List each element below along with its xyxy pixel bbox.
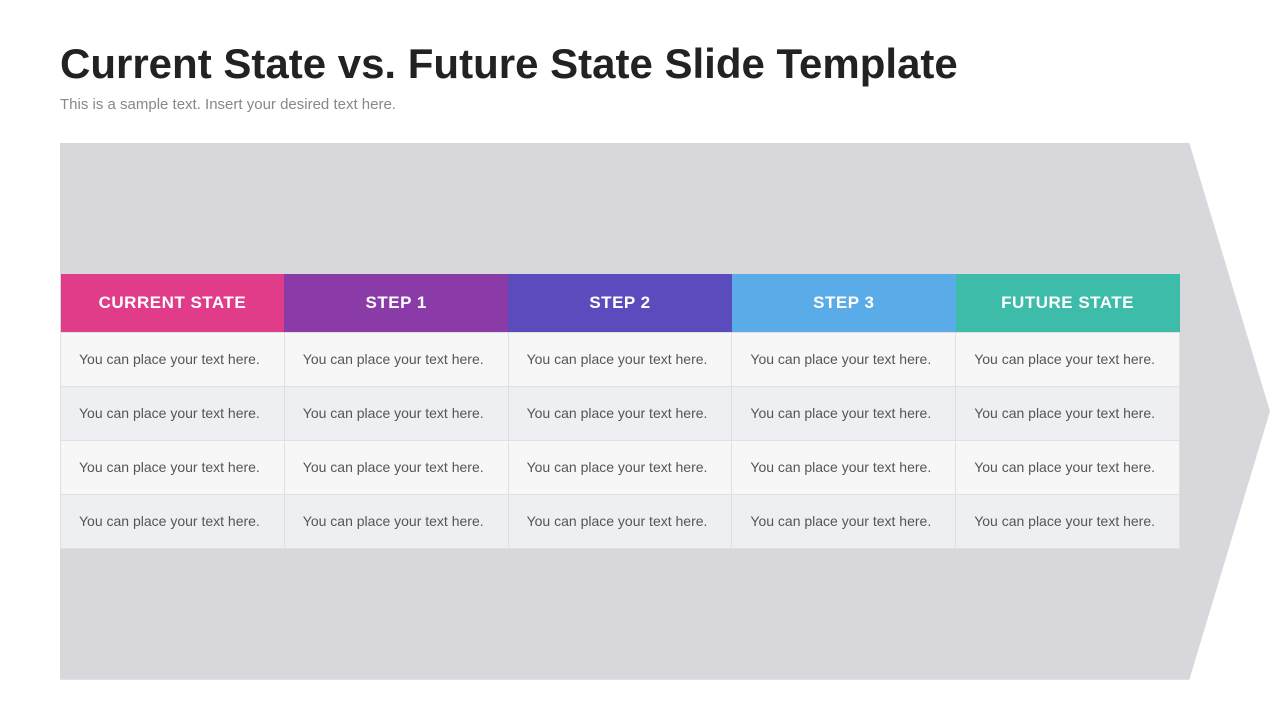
table-cell-r1-c0: You can place your text here. (61, 387, 285, 441)
table-cell-r2-c2: You can place your text here. (508, 441, 732, 495)
table-header-row: CURRENT STATESTEP 1STEP 2STEP 3FUTURE ST… (61, 274, 1180, 333)
col-header-step3: STEP 3 (732, 274, 956, 333)
table-cell-r1-c3: You can place your text here. (732, 387, 956, 441)
main-table: CURRENT STATESTEP 1STEP 2STEP 3FUTURE ST… (60, 274, 1180, 549)
table-cell-r2-c3: You can place your text here. (732, 441, 956, 495)
table-cell-r2-c4: You can place your text here. (956, 441, 1180, 495)
col-header-step1: STEP 1 (284, 274, 508, 333)
col-header-step2: STEP 2 (508, 274, 732, 333)
table-cell-r2-c0: You can place your text here. (61, 441, 285, 495)
table-cell-r0-c1: You can place your text here. (284, 333, 508, 387)
table-row: You can place your text here.You can pla… (61, 495, 1180, 549)
table-cell-r3-c3: You can place your text here. (732, 495, 956, 549)
table-body: You can place your text here.You can pla… (61, 333, 1180, 549)
table-row: You can place your text here.You can pla… (61, 333, 1180, 387)
table-cell-r0-c2: You can place your text here. (508, 333, 732, 387)
col-header-future: FUTURE STATE (956, 274, 1180, 333)
page-subtitle: This is a sample text. Insert your desir… (60, 96, 1220, 113)
table-cell-r0-c3: You can place your text here. (732, 333, 956, 387)
table-cell-r0-c0: You can place your text here. (61, 333, 285, 387)
table-cell-r3-c1: You can place your text here. (284, 495, 508, 549)
page-title: Current State vs. Future State Slide Tem… (60, 40, 1220, 88)
table-cell-r1-c4: You can place your text here. (956, 387, 1180, 441)
table-wrapper: CURRENT STATESTEP 1STEP 2STEP 3FUTURE ST… (60, 143, 1220, 680)
table-cell-r3-c0: You can place your text here. (61, 495, 285, 549)
table-row: You can place your text here.You can pla… (61, 387, 1180, 441)
table-cell-r0-c4: You can place your text here. (956, 333, 1180, 387)
table-cell-r3-c4: You can place your text here. (956, 495, 1180, 549)
table-cell-r1-c2: You can place your text here. (508, 387, 732, 441)
table-container: CURRENT STATESTEP 1STEP 2STEP 3FUTURE ST… (60, 274, 1180, 549)
table-cell-r2-c1: You can place your text here. (284, 441, 508, 495)
col-header-current: CURRENT STATE (61, 274, 285, 333)
table-row: You can place your text here.You can pla… (61, 441, 1180, 495)
table-cell-r3-c2: You can place your text here. (508, 495, 732, 549)
table-cell-r1-c1: You can place your text here. (284, 387, 508, 441)
